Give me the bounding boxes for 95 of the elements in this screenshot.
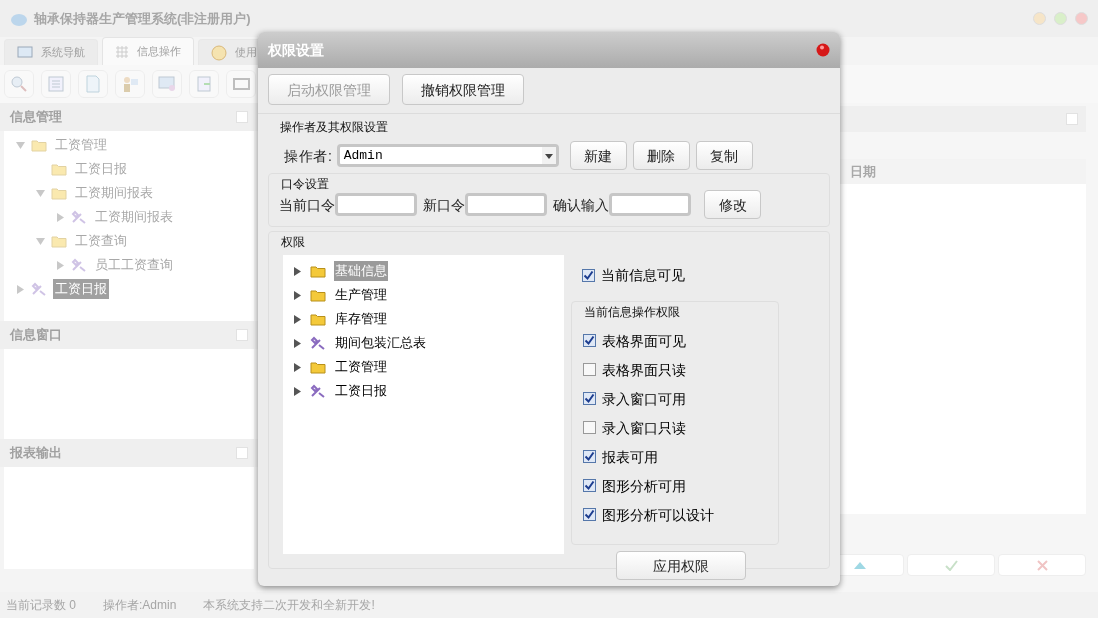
group-title: 权限 [280, 234, 306, 250]
up-triangle-icon [854, 561, 866, 569]
field-label: 当前口令 [279, 195, 335, 215]
tools-icon [310, 336, 326, 350]
checkmark-icon [944, 559, 958, 571]
group-title: 口令设置 [280, 176, 330, 192]
folder-icon [51, 234, 67, 248]
checkbox-label: 录入窗口可用 [602, 389, 686, 409]
group-title: 当前信息操作权限 [583, 304, 681, 320]
toolbar-button[interactable] [115, 70, 145, 98]
expanded-arrow-icon[interactable] [36, 236, 45, 246]
status-text: 本系统支持二次开发和全新开发! [203, 597, 375, 613]
toolbar-button[interactable] [226, 70, 256, 98]
folder-icon [310, 264, 326, 278]
status-text: 当前记录数 0 [6, 597, 76, 613]
expanded-arrow-icon[interactable] [16, 140, 25, 150]
page-icon [83, 74, 103, 94]
list-icon [46, 74, 66, 94]
status-text: 操作者:Admin [103, 597, 177, 613]
checkbox[interactable] [583, 363, 596, 376]
button[interactable]: 应用权限 [616, 551, 746, 580]
toolbar-button[interactable] [41, 70, 71, 98]
window-control-button[interactable] [1033, 12, 1046, 25]
checkbox-label: 图形分析可以设计 [602, 505, 714, 525]
tree-item[interactable]: 期间包装汇总表 [334, 333, 427, 353]
column-header: 日期 [850, 162, 876, 181]
expanded-arrow-icon[interactable] [36, 188, 45, 198]
checkbox[interactable] [583, 508, 596, 521]
password-field[interactable] [335, 193, 417, 216]
collapsed-arrow-icon[interactable] [293, 290, 302, 300]
button[interactable]: 新建 [569, 141, 627, 170]
folder-icon [31, 138, 47, 152]
action-button[interactable] [998, 554, 1086, 576]
select-value: Admin [343, 146, 383, 165]
folder-icon [310, 288, 326, 302]
toolbar-button[interactable] [152, 70, 182, 98]
button[interactable]: 复制 [695, 141, 753, 170]
tree-item[interactable]: 工资管理 [334, 357, 388, 377]
tree-item[interactable]: 生产管理 [334, 285, 388, 305]
checkbox[interactable] [583, 392, 596, 405]
panel-title: 信息窗口 [10, 326, 62, 345]
checkbox-label: 报表可用 [602, 447, 658, 467]
group-title: 操作者及其权限设置 [279, 119, 389, 135]
checkbox-label: 图形分析可用 [602, 476, 686, 496]
field-label: 新口令 [423, 195, 465, 215]
monitor-icon [17, 46, 33, 59]
checkbox[interactable] [582, 268, 595, 282]
checkbox-label: 当前信息可见 [601, 266, 685, 285]
button[interactable]: 修改 [704, 190, 761, 219]
folder-icon [51, 186, 67, 200]
tools-icon [310, 384, 326, 398]
tools-icon [71, 258, 87, 272]
collapsed-arrow-icon[interactable] [293, 266, 302, 276]
toolbar-button[interactable] [78, 70, 108, 98]
export-icon [194, 74, 214, 94]
tree-item[interactable]: 库存管理 [334, 309, 388, 329]
field-label: 操作者: [284, 146, 333, 166]
checkbox[interactable] [583, 421, 596, 434]
folder-icon [51, 162, 67, 176]
window-control-button[interactable] [1054, 12, 1067, 25]
dialog-title: 权限设置 [268, 41, 324, 60]
checkbox-label: 录入窗口只读 [602, 418, 686, 438]
button[interactable]: 删除 [632, 141, 690, 170]
tree-item[interactable]: 工资日报 [334, 381, 388, 401]
tools-icon [71, 210, 87, 224]
screen-icon [157, 74, 177, 94]
search-icon [9, 74, 29, 94]
window-control-button[interactable] [1075, 12, 1088, 25]
field-label: 确认输入 [553, 195, 609, 215]
checkbox[interactable] [583, 479, 596, 492]
password-field[interactable] [609, 193, 691, 216]
checkbox[interactable] [583, 334, 596, 347]
mode-button[interactable]: 撤销权限管理 [402, 74, 524, 105]
checkbox[interactable] [583, 450, 596, 463]
help-icon [211, 44, 227, 61]
password-field[interactable] [465, 193, 547, 216]
operator-select[interactable]: Admin [336, 144, 559, 167]
collapsed-arrow-icon[interactable] [293, 362, 302, 372]
checkbox-label: 表格界面只读 [602, 360, 686, 380]
folder-icon [310, 312, 326, 326]
toolbar-button[interactable] [189, 70, 219, 98]
collapsed-arrow-icon[interactable] [293, 338, 302, 348]
close-icon [1036, 559, 1048, 571]
close-icon[interactable] [816, 43, 830, 57]
window-title: 轴承保持器生产管理系统(非注册用户) [34, 9, 251, 28]
tools-icon [31, 282, 47, 296]
toolbar-button[interactable] [4, 70, 34, 98]
action-button[interactable] [907, 554, 995, 576]
collapsed-arrow-icon[interactable] [293, 386, 302, 396]
checkbox-label: 表格界面可见 [602, 331, 686, 351]
panel-title: 报表输出 [10, 444, 62, 463]
collapsed-arrow-icon[interactable] [293, 314, 302, 324]
grid-icon [115, 44, 129, 59]
folder-icon [310, 360, 326, 374]
panel-title: 信息管理 [10, 108, 62, 127]
